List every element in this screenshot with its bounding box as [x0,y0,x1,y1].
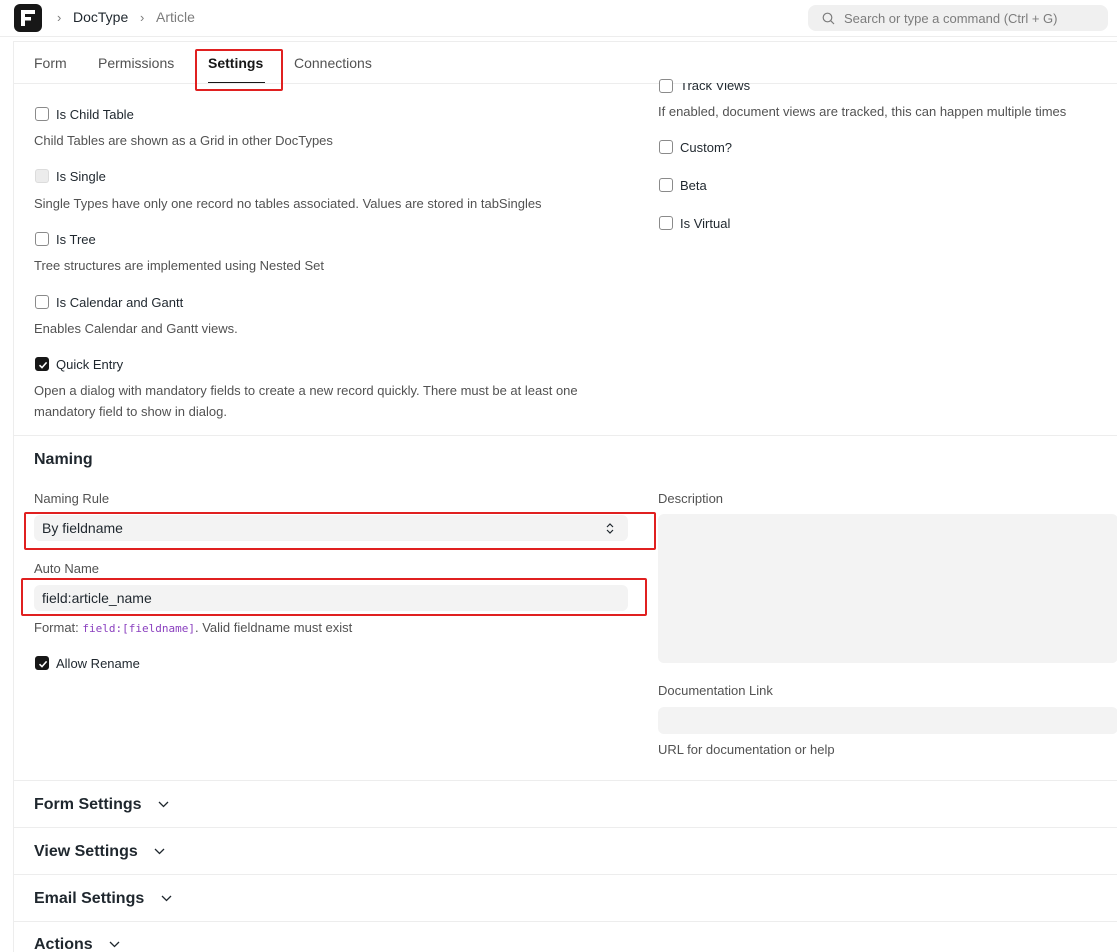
auto-name-input[interactable]: field:article_name [34,585,628,611]
chevron-down-icon [109,941,120,948]
documentation-link-label: Documentation Link [658,683,773,698]
chevron-down-icon [154,848,165,855]
email-settings-section[interactable]: Email Settings [34,890,172,908]
track-views-description: If enabled, document views are tracked, … [658,104,1067,119]
is-child-table-label: Is Child Table [56,107,134,122]
auto-name-label: Auto Name [34,561,100,576]
check-icon [38,660,48,668]
is-virtual-checkbox[interactable] [659,216,673,230]
is-single-label: Is Single [56,169,106,184]
naming-rule-value: By fieldname [42,520,123,536]
track-views-checkbox[interactable] [659,79,673,93]
select-arrows-icon [606,523,614,534]
tab-connections[interactable]: Connections [294,55,372,71]
auto-name-value: field:article_name [42,590,152,606]
form-tabs: Form Permissions Settings Connections [14,42,1117,84]
documentation-link-input[interactable] [658,707,1117,734]
description-textarea[interactable] [658,514,1117,663]
description-label: Description [658,491,724,506]
view-settings-section[interactable]: View Settings [34,843,165,861]
search-bar[interactable]: Search or type a command (Ctrl + G) [808,5,1108,31]
chevron-right-icon: › [140,10,145,25]
section-divider [14,827,1117,828]
active-tab-indicator [208,82,265,83]
actions-section[interactable]: Actions [34,936,120,952]
section-divider [14,874,1117,875]
section-divider [14,780,1117,781]
chevron-right-icon: › [57,10,62,25]
chevron-down-icon [158,801,169,808]
actions-title: Actions [34,936,93,952]
beta-label: Beta [680,178,707,193]
section-divider [14,435,1117,436]
is-calendar-gantt-description: Enables Calendar and Gantt views. [34,321,238,336]
naming-rule-label: Naming Rule [34,491,110,506]
doctype-form: Form Permissions Settings Connections Is… [13,41,1117,952]
quick-entry-label: Quick Entry [56,357,124,372]
section-divider [14,921,1117,922]
quick-entry-checkbox[interactable] [35,357,49,371]
custom-checkbox[interactable] [659,140,673,154]
is-tree-label: Is Tree [56,232,96,247]
is-tree-checkbox[interactable] [35,232,49,246]
custom-label: Custom? [680,140,733,155]
naming-rule-select[interactable]: By fieldname [34,515,628,541]
is-calendar-gantt-checkbox[interactable] [35,295,49,309]
form-settings-section[interactable]: Form Settings [34,796,169,814]
quick-entry-description: Open a dialog with mandatory fields to c… [34,383,578,419]
is-virtual-label: Is Virtual [680,216,731,231]
is-tree-description: Tree structures are implemented using Ne… [34,258,324,273]
auto-name-format-help: Format: field:[fieldname]. Valid fieldna… [34,617,352,639]
navbar: › DocType › Article Search or type a com… [0,0,1117,37]
email-settings-title: Email Settings [34,890,145,907]
format-suffix: . Valid fieldname must exist [195,620,353,635]
allow-rename-checkbox[interactable] [35,656,49,670]
format-code: field:[fieldname] [82,622,195,635]
breadcrumb-doctype[interactable]: DocType [73,9,128,25]
format-prefix: Format: [34,620,83,635]
is-single-checkbox[interactable] [35,169,49,183]
form-settings-title: Form Settings [34,796,142,813]
tab-settings[interactable]: Settings [208,55,263,71]
tab-permissions[interactable]: Permissions [98,55,174,71]
is-calendar-gantt-label: Is Calendar and Gantt [56,295,184,310]
documentation-link-help: URL for documentation or help [658,742,835,757]
app-logo[interactable] [14,4,42,32]
search-placeholder: Search or type a command (Ctrl + G) [844,11,1058,26]
check-icon [38,361,48,369]
beta-checkbox[interactable] [659,178,673,192]
frappe-logo-icon [21,10,35,26]
search-icon [822,12,835,25]
view-settings-title: View Settings [34,843,138,860]
chevron-down-icon [161,895,172,902]
is-child-table-checkbox[interactable] [35,107,49,121]
tab-form[interactable]: Form [34,55,67,71]
naming-section-title: Naming [34,451,93,468]
is-single-description: Single Types have only one record no tab… [34,196,542,211]
is-child-table-description: Child Tables are shown as a Grid in othe… [34,133,333,148]
breadcrumb-article[interactable]: Article [156,9,195,25]
allow-rename-label: Allow Rename [56,656,140,671]
